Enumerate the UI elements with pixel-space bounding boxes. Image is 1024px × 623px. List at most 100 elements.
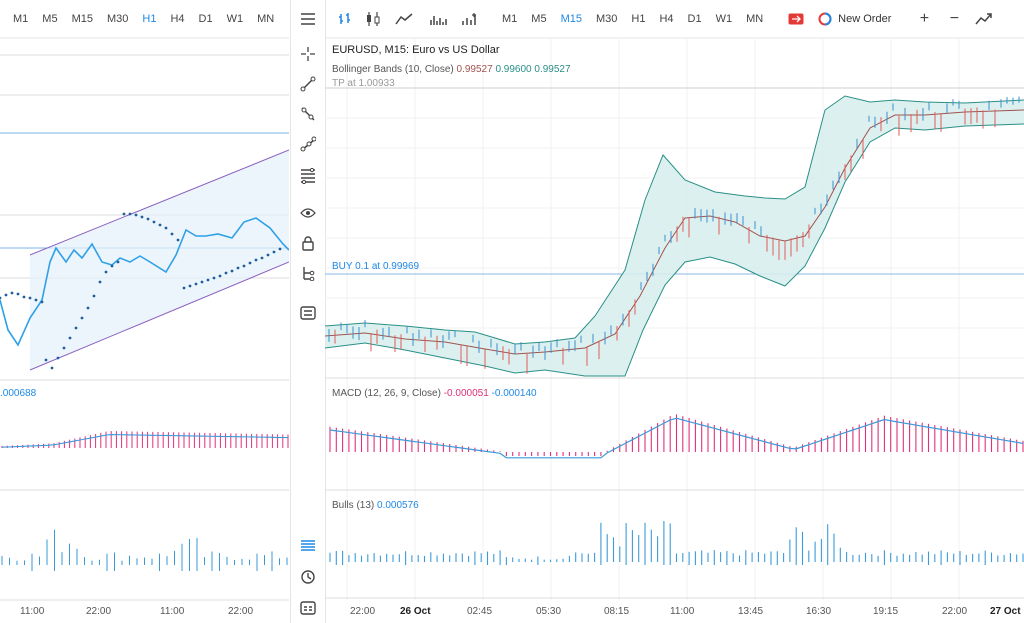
parabolic-sar-dot (272, 250, 276, 254)
parabolic-sar-dot (194, 282, 198, 286)
parabolic-sar-dot (104, 270, 108, 274)
parabolic-sar-dot (188, 284, 192, 288)
parabolic-sar-dot (16, 292, 20, 296)
lock-icon[interactable] (297, 232, 319, 254)
time-axis-label: 27 Oct (990, 606, 1021, 617)
time-axis-label: 19:15 (873, 606, 899, 617)
parabolic-sar-dot (158, 223, 162, 227)
time-axis-label: 11:00 (670, 606, 695, 617)
parabolic-sar-dot (44, 358, 48, 362)
layers-icon[interactable] (297, 302, 319, 324)
parabolic-sar-dot (278, 247, 282, 251)
time-axis-label: 13:45 (738, 606, 764, 617)
left-chart-canvas[interactable] (0, 0, 289, 623)
macd-value: -0.000051 (443, 388, 489, 399)
bollinger-value-lower: 0.99527 (534, 64, 571, 75)
time-axis-label: 16:30 (806, 606, 832, 617)
left-macd-signal-line (1, 434, 289, 448)
parabolic-sar-dot (56, 356, 60, 360)
symbol-title: EURUSD, M15: Euro vs US Dollar (332, 44, 500, 56)
bulls-legend: Bulls (13) 0.000576 (332, 500, 419, 511)
parabolic-sar-dot (50, 366, 54, 370)
bulls-label: Bulls (13) (332, 500, 375, 511)
parabolic-sar-dot (176, 238, 180, 242)
crosshair-icon[interactable] (297, 43, 319, 65)
parabolic-sar-dot (218, 274, 222, 278)
macd-legend: MACD (12, 26, 9, Close) -0.000051 -0.000… (332, 388, 537, 399)
left-time-label: 22:00 (86, 606, 112, 617)
parabolic-sar-dot (68, 336, 72, 340)
parabolic-sar-dot (248, 261, 252, 265)
calendar-icon[interactable] (297, 596, 319, 618)
bollinger-value-upper: 0.99600 (495, 64, 532, 75)
left-time-label: 11:00 (20, 606, 45, 617)
parabolic-sar-dot (122, 212, 126, 216)
parabolic-sar-dot (140, 215, 144, 219)
left-time-label: 11:00 (160, 606, 185, 617)
parabolic-sar-dot (128, 212, 132, 216)
parabolic-sar-dot (260, 256, 264, 260)
parabolic-sar-dot (86, 306, 90, 310)
parabolic-sar-dot (236, 266, 240, 270)
menu-icon[interactable] (297, 8, 319, 30)
parabolic-sar-dot (200, 280, 204, 284)
parabolic-sar-dot (80, 316, 84, 320)
left-chart-panel[interactable]: M1 M5 M15 M30 H1 H4 D1 W1 MN .000688 11:… (0, 0, 289, 623)
ray-icon[interactable] (297, 103, 319, 125)
macd-signal-value: -0.000140 (491, 388, 537, 399)
list-icon[interactable] (297, 535, 319, 557)
tp-label: TP at 1.00933 (332, 78, 395, 89)
main-chart-panel: M1 M5 M15 M30 H1 H4 D1 W1 MN New Order +… (325, 0, 1024, 623)
channel-icon[interactable] (297, 133, 319, 155)
parabolic-sar-dot (266, 253, 270, 257)
bollinger-band-fill (325, 96, 1024, 376)
parabolic-sar-dot (62, 346, 66, 350)
fibonacci-icon[interactable] (297, 165, 319, 187)
parabolic-sar-dot (22, 295, 26, 299)
time-axis-label: 08:15 (604, 606, 630, 617)
macd-label: MACD (12, 26, 9, Close) (332, 388, 441, 399)
parabolic-sar-dot (164, 226, 168, 230)
time-axis-label: 05:30 (536, 606, 562, 617)
drawing-tools-sidebar (290, 0, 326, 623)
time-axis-label: 22:00 (942, 606, 968, 617)
eye-icon[interactable] (297, 202, 319, 224)
time-axis-label: 22:00 (350, 606, 376, 617)
tree-icon[interactable] (297, 262, 319, 284)
parabolic-sar-dot (92, 294, 96, 298)
left-macd-value: .000688 (0, 388, 37, 399)
parabolic-sar-dot (146, 217, 150, 221)
parabolic-sar-dot (206, 278, 210, 282)
bulls-value: 0.000576 (377, 500, 419, 511)
trendline-icon[interactable] (297, 73, 319, 95)
main-chart-canvas[interactable] (325, 0, 1024, 623)
parabolic-sar-dot (170, 232, 174, 236)
parabolic-sar-dot (224, 271, 228, 275)
parabolic-sar-dot (242, 264, 246, 268)
parabolic-sar-dot (134, 213, 138, 217)
buy-order-label[interactable]: BUY 0.1 at 0.99969 (332, 261, 419, 272)
bollinger-value-middle: 0.99527 (456, 64, 493, 75)
bollinger-label: Bollinger Bands (10, Close) (332, 64, 454, 75)
parabolic-sar-dot (98, 280, 102, 284)
parabolic-sar-dot (34, 298, 38, 302)
parabolic-sar-dot (230, 269, 234, 273)
parabolic-sar-dot (10, 291, 14, 295)
parabolic-sar-dot (254, 258, 258, 262)
parabolic-sar-dot (152, 220, 156, 224)
parabolic-sar-dot (212, 276, 216, 280)
parabolic-sar-dot (4, 293, 8, 297)
time-axis-label: 02:45 (467, 606, 493, 617)
history-icon[interactable] (297, 566, 319, 588)
parabolic-sar-dot (28, 296, 32, 300)
parabolic-sar-dot (110, 264, 114, 268)
parabolic-sar-dot (0, 296, 2, 300)
left-time-label: 22:00 (228, 606, 254, 617)
parabolic-sar-dot (182, 286, 186, 290)
time-axis-label: 26 Oct (400, 606, 431, 617)
parabolic-sar-dot (116, 260, 120, 264)
channel-fill (30, 150, 289, 370)
parabolic-sar-dot (74, 326, 78, 330)
bollinger-legend: Bollinger Bands (10, Close) 0.99527 0.99… (332, 64, 571, 75)
parabolic-sar-dot (40, 300, 44, 304)
